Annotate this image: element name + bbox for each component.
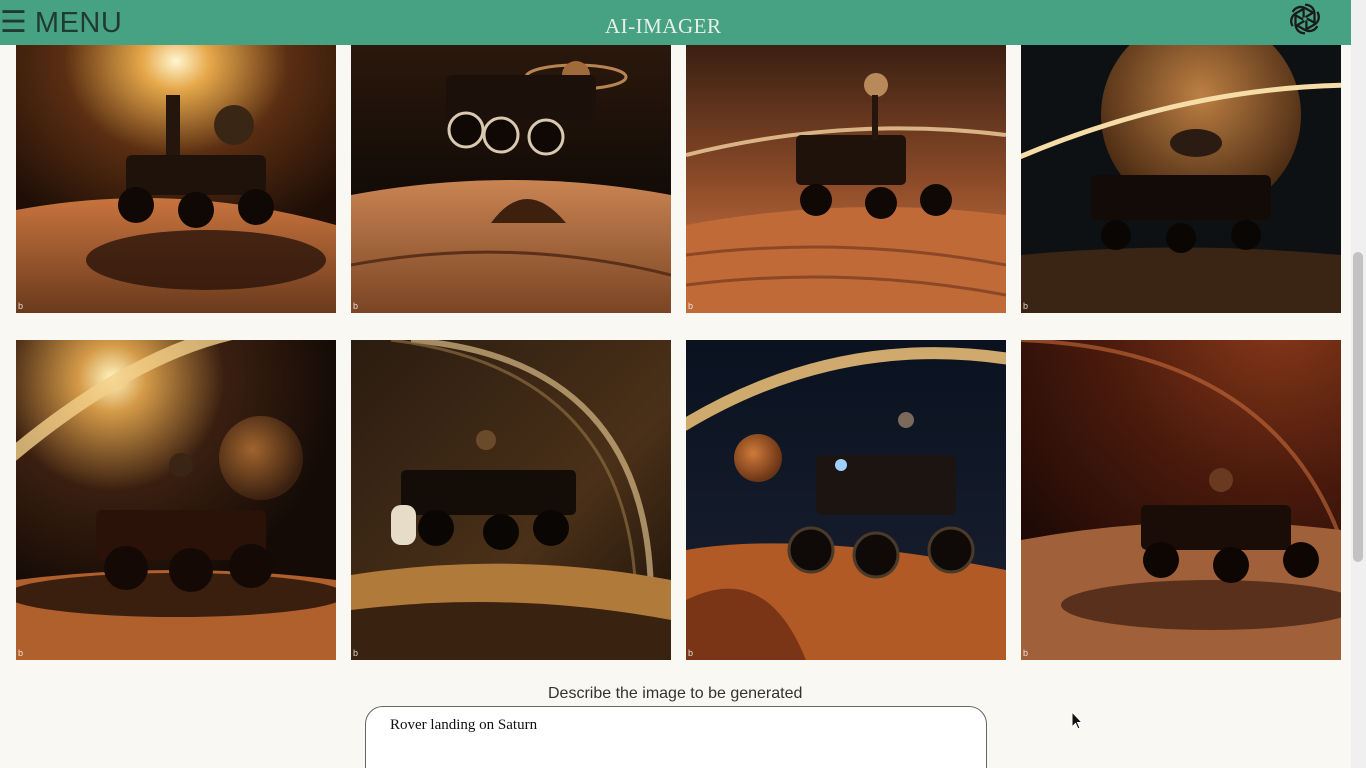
- gallery-image[interactable]: b: [1021, 340, 1341, 660]
- bing-badge-icon: b: [688, 301, 694, 311]
- app-header: ☰ MENU AI-IMAGER: [0, 0, 1351, 45]
- gallery-image[interactable]: b: [351, 340, 671, 660]
- bing-badge-icon: b: [688, 648, 694, 658]
- menu-label: MENU: [34, 6, 123, 39]
- bing-badge-icon: b: [18, 301, 24, 311]
- bing-badge-icon: b: [1023, 648, 1029, 658]
- hamburger-icon: ☰: [0, 5, 27, 40]
- prompt-input[interactable]: Rover landing on Saturn: [365, 706, 987, 768]
- gallery-image[interactable]: b: [351, 45, 671, 313]
- menu-button[interactable]: ☰ MENU: [0, 6, 122, 40]
- bing-badge-icon: b: [18, 648, 24, 658]
- bing-badge-icon: b: [1023, 301, 1029, 311]
- gallery-image[interactable]: b: [16, 340, 336, 660]
- openai-logo-icon[interactable]: [1285, 0, 1325, 38]
- gallery-image[interactable]: b: [686, 45, 1006, 313]
- bing-badge-icon: b: [353, 301, 359, 311]
- bing-badge-icon: b: [353, 648, 359, 658]
- scrollbar-thumb[interactable]: [1353, 252, 1363, 562]
- gallery-image[interactable]: b: [686, 340, 1006, 660]
- app-title: AI-IMAGER: [605, 14, 722, 38]
- mouse-cursor-icon: [1071, 711, 1083, 730]
- gallery-image[interactable]: b: [16, 45, 336, 313]
- gallery-image[interactable]: b: [1021, 45, 1341, 313]
- page-scrollbar[interactable]: [1351, 0, 1366, 768]
- prompt-label: Describe the image to be generated: [548, 685, 803, 702]
